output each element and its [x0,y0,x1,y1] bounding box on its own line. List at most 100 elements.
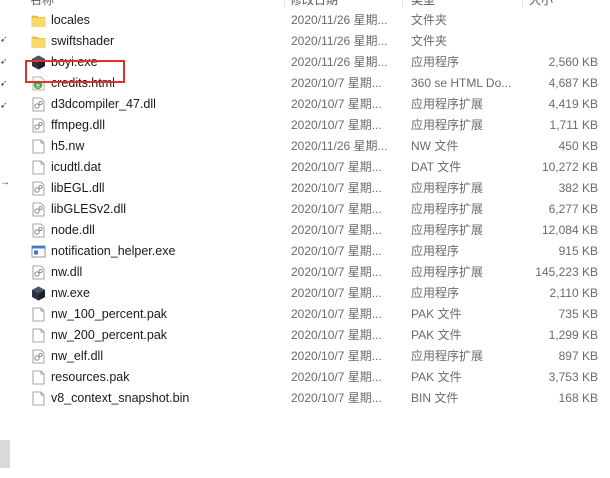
column-header-name[interactable]: 名称 [30,0,230,8]
file-type: 应用程序扩展 [411,265,484,279]
blank-file-icon [31,160,46,175]
file-name: libGLESv2.dll [51,202,127,216]
blank-file-icon [31,328,46,343]
dll-file-icon [31,202,46,217]
column-divider[interactable] [402,0,403,8]
file-size: 735 KB [558,307,598,321]
file-size: 382 KB [558,181,598,195]
file-row[interactable]: libEGL.dll 2020/10/7 星期... 应用程序扩展 382 KB [0,178,610,199]
file-size [520,31,598,52]
file-name: nw_200_percent.pak [51,328,168,342]
file-name: nw.exe [51,286,90,300]
file-name: nw.dll [51,265,83,279]
file-type: 应用程序扩展 [411,181,484,195]
file-date-modified: 2020/10/7 星期... [291,391,382,405]
file-name: v8_context_snapshot.bin [51,391,190,405]
file-row[interactable]: resources.pak 2020/10/7 星期... PAK 文件 3,753 … [0,367,610,388]
file-name: notification_helper.exe [51,244,176,258]
blank-file-icon [31,307,46,322]
navigation-scrollbar-thumb[interactable] [0,440,10,468]
file-size: 3,753 KB [548,370,598,384]
file-size [520,10,598,31]
file-row[interactable]: locales 2020/11/26 星期... 文件夹 [0,10,610,31]
file-size: 12,084 KB [541,223,598,237]
file-type: 文件夹 [411,34,448,48]
file-size: 168 KB [558,391,598,405]
file-date-modified: 2020/10/7 星期... [291,160,382,174]
file-size: 4,419 KB [548,97,598,111]
file-type: DAT 文件 [411,160,462,174]
file-type: 应用程序扩展 [411,202,484,216]
file-type: 应用程序 [411,286,460,300]
file-size: 1,711 KB [549,118,598,132]
file-name: nw_100_percent.pak [51,307,168,321]
file-row[interactable]: nw_200_percent.pak 2020/10/7 星期... PAK 文件 1… [0,325,610,346]
file-date-modified: 2020/10/7 星期... [291,181,382,195]
file-row[interactable]: swiftshader 2020/11/26 星期... 文件夹 [0,31,610,52]
file-row[interactable]: icudtl.dat 2020/10/7 星期... DAT 文件 10,272 KB [0,157,610,178]
file-date-modified: 2020/11/26 星期... [291,34,388,48]
column-header-type[interactable]: 类型 [411,0,511,8]
file-row[interactable]: v8_context_snapshot.bin 2020/10/7 星期... BI… [0,388,610,409]
dll-file-icon [31,181,46,196]
exe-window-icon [31,244,46,259]
file-name: libEGL.dll [51,181,105,195]
file-type: PAK 文件 [411,370,462,384]
file-date-modified: 2020/11/26 星期... [291,139,388,153]
file-row[interactable]: h5.nw 2020/11/26 星期... NW 文件 450 KB [0,136,610,157]
folder-icon [31,13,46,28]
file-row[interactable]: node.dll 2020/10/7 星期... 应用程序扩展 12,084 KB [0,220,610,241]
file-date-modified: 2020/11/26 星期... [291,13,388,27]
file-date-modified: 2020/10/7 星期... [291,223,382,237]
file-size: 1,299 KB [548,328,598,342]
dll-file-icon [31,97,46,112]
column-divider[interactable] [284,0,285,8]
file-date-modified: 2020/10/7 星期... [291,118,382,132]
file-size: 2,560 KB [548,55,598,69]
file-type: PAK 文件 [411,328,462,342]
file-date-modified: 2020/10/7 星期... [291,265,382,279]
file-name: node.dll [51,223,95,237]
highlight-box [25,60,125,83]
file-row[interactable]: notification_helper.exe 2020/10/7 星期... 应用… [0,241,610,262]
file-date-modified: 2020/10/7 星期... [291,349,382,363]
column-header-date[interactable]: 修改日期 [290,0,390,8]
file-name: ffmpeg.dll [51,118,105,132]
file-name: swiftshader [51,34,115,48]
file-name: nw_elf.dll [51,349,104,363]
column-header: 名称 修改日期 类型 大小 [22,0,610,8]
file-date-modified: 2020/10/7 星期... [291,76,382,90]
file-size: 145,223 KB [535,265,598,279]
file-name: h5.nw [51,139,85,153]
file-type: BIN 文件 [411,391,459,405]
app-cube-icon [31,286,46,301]
column-divider[interactable] [522,0,523,8]
file-type: 应用程序扩展 [411,223,484,237]
file-row[interactable]: nw_100_percent.pak 2020/10/7 星期... PAK 文件 7… [0,304,610,325]
file-name: d3dcompiler_47.dll [51,97,156,111]
file-name: icudtl.dat [51,160,102,174]
blank-file-icon [31,391,46,406]
file-date-modified: 2020/10/7 星期... [291,202,382,216]
file-name: resources.pak [51,370,130,384]
file-type: 应用程序扩展 [411,97,484,111]
file-type: NW 文件 [411,139,459,153]
file-row[interactable]: ffmpeg.dll 2020/10/7 星期... 应用程序扩展 1,711 KB [0,115,610,136]
file-size: 6,277 KB [548,202,598,216]
file-row[interactable]: nw.exe 2020/10/7 星期... 应用程序 2,110 KB [0,283,610,304]
file-row[interactable]: nw.dll 2020/10/7 星期... 应用程序扩展 145,223 KB [0,262,610,283]
file-row[interactable]: d3dcompiler_47.dll 2020/10/7 星期... 应用程序扩展 4… [0,94,610,115]
file-date-modified: 2020/10/7 星期... [291,97,382,111]
file-type: 应用程序扩展 [411,349,484,363]
file-date-modified: 2020/10/7 星期... [291,286,382,300]
file-row[interactable]: nw_elf.dll 2020/10/7 星期... 应用程序扩展 897 KB [0,346,610,367]
folder-icon [31,34,46,49]
column-header-size[interactable]: 大小 [529,0,589,8]
file-row[interactable]: libGLESv2.dll 2020/10/7 星期... 应用程序扩展 6,277 … [0,199,610,220]
file-date-modified: 2020/10/7 星期... [291,307,382,321]
file-size: 4,687 KB [548,76,598,90]
file-name: locales [51,13,90,27]
file-date-modified: 2020/10/7 星期... [291,370,382,384]
file-size: 450 KB [558,139,598,153]
dll-file-icon [31,265,46,280]
